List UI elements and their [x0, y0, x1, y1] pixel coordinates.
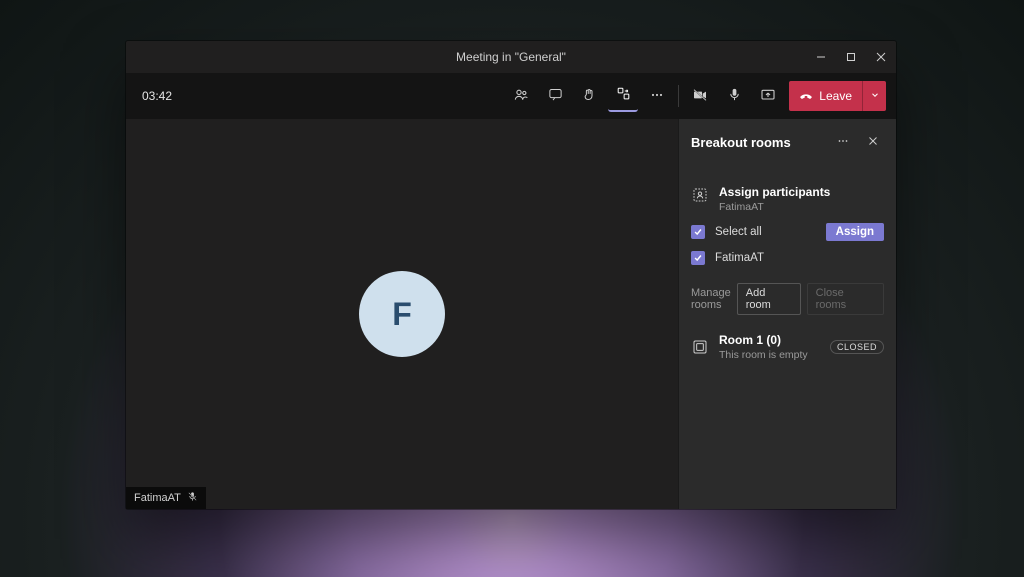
mic-muted-icon — [187, 491, 198, 505]
assign-participants-header: Assign participants FatimaAT — [691, 185, 884, 213]
breakout-rooms-panel: Breakout rooms — [678, 119, 896, 509]
close-icon — [867, 135, 879, 150]
room-status-badge: CLOSED — [830, 340, 884, 354]
window-minimize-button[interactable] — [806, 41, 836, 73]
leave-group: Leave — [789, 81, 886, 111]
panel-header: Breakout rooms — [691, 119, 884, 165]
camera-toggle-button[interactable] — [685, 80, 715, 112]
assign-participants-block: Assign participants FatimaAT Select all … — [691, 185, 884, 265]
toolbar-group-av — [685, 80, 783, 112]
toolbar-divider — [678, 85, 679, 107]
add-room-button[interactable]: Add room — [737, 283, 801, 315]
participant-name: FatimaAT — [715, 252, 884, 264]
share-screen-icon — [760, 87, 776, 106]
more-actions-button[interactable] — [642, 80, 672, 112]
leave-button[interactable]: Leave — [789, 81, 862, 111]
hangup-icon — [799, 88, 813, 105]
chevron-down-icon — [870, 89, 880, 103]
microphone-icon — [727, 87, 742, 105]
chat-button[interactable] — [540, 80, 570, 112]
leave-dropdown-button[interactable] — [862, 81, 886, 111]
raise-hand-icon — [582, 87, 597, 105]
chat-icon — [548, 87, 563, 105]
more-icon — [649, 87, 665, 106]
breakout-rooms-button[interactable] — [608, 80, 638, 112]
panel-more-button[interactable] — [832, 131, 854, 153]
window-controls — [806, 41, 896, 73]
assign-title: Assign participants — [719, 185, 884, 199]
participants-button[interactable] — [506, 80, 536, 112]
breakout-rooms-icon — [616, 86, 631, 104]
room-icon — [691, 338, 709, 356]
video-stage: F FatimaAT — [126, 119, 678, 509]
meeting-body: F FatimaAT Breakout rooms — [126, 119, 896, 509]
title-bar: Meeting in "General" — [126, 41, 896, 73]
people-icon — [513, 87, 529, 106]
close-rooms-button[interactable]: Close rooms — [807, 283, 884, 315]
teams-meeting-window: Meeting in "General" 03:42 — [126, 41, 896, 509]
participant-avatar: F — [359, 271, 445, 357]
leave-label: Leave — [819, 89, 852, 103]
meeting-timer: 03:42 — [142, 89, 172, 103]
select-all-label: Select all — [715, 226, 816, 238]
panel-title: Breakout rooms — [691, 135, 824, 150]
camera-off-icon — [692, 87, 708, 106]
assign-participants-icon — [691, 186, 709, 204]
room-row[interactable]: Room 1 (0) This room is empty CLOSED — [691, 333, 884, 361]
assign-subtitle: FatimaAT — [719, 201, 884, 213]
participant-name-tag: FatimaAT — [126, 487, 206, 509]
panel-close-button[interactable] — [862, 131, 884, 153]
avatar-initial: F — [392, 296, 412, 333]
window-title: Meeting in "General" — [456, 50, 566, 64]
room-subtitle: This room is empty — [719, 349, 820, 361]
select-all-checkbox[interactable] — [691, 225, 705, 239]
assign-button[interactable]: Assign — [826, 223, 884, 241]
more-icon — [836, 134, 850, 151]
room-title: Room 1 (0) — [719, 333, 820, 347]
meeting-toolbar: 03:42 — [126, 73, 896, 119]
window-maximize-button[interactable] — [836, 41, 866, 73]
manage-rooms-label: Manage rooms — [691, 287, 731, 311]
toolbar-group-secondary — [506, 80, 672, 112]
raise-hand-button[interactable] — [574, 80, 604, 112]
select-all-row: Select all Assign — [691, 223, 884, 241]
participant-checkbox[interactable] — [691, 251, 705, 265]
window-close-button[interactable] — [866, 41, 896, 73]
participant-name-label: FatimaAT — [134, 492, 181, 504]
mic-toggle-button[interactable] — [719, 80, 749, 112]
manage-rooms-row: Manage rooms Add room Close rooms — [691, 283, 884, 315]
participant-row: FatimaAT — [691, 251, 884, 265]
share-screen-button[interactable] — [753, 80, 783, 112]
